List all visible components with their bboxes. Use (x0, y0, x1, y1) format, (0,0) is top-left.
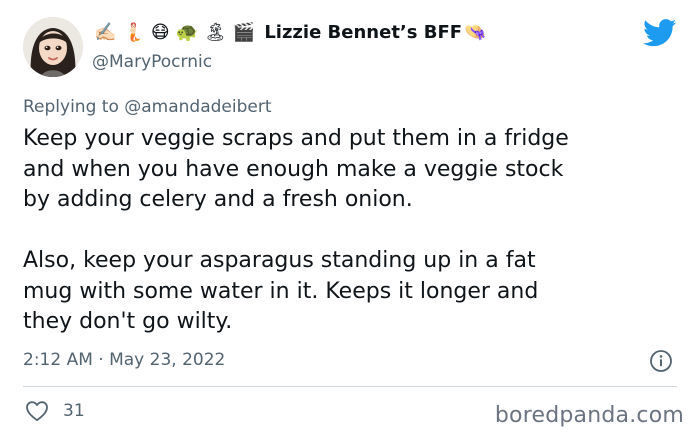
tweet-text: Keep your veggie scraps and put them in … (23, 124, 673, 338)
avatar[interactable] (23, 17, 83, 77)
reply-mention-link[interactable]: @amandadeibert (124, 97, 271, 117)
replying-to: Replying to @amandadeibert (23, 96, 272, 118)
island-emoji: 🏝 (204, 22, 227, 43)
display-name[interactable]: Lizzie Bennet’s BFF (264, 22, 462, 44)
info-icon[interactable] (649, 349, 673, 373)
clapper-board-emoji: 🎬 (232, 22, 256, 43)
tweet-timestamp[interactable]: 2:12 AM · May 23, 2022 (23, 349, 225, 371)
like-button[interactable]: 31 (25, 400, 85, 422)
like-count: 31 (63, 401, 85, 421)
author-name-row[interactable]: ✍🏻 🧜🏻 😷 🐢 🏝 🎬 Lizzie Bennet’s BFF 👒 (94, 22, 486, 44)
mermaid-emoji: 🧜🏻 (122, 22, 145, 43)
author-handle[interactable]: @MaryPocrnic (92, 51, 212, 73)
divider (23, 386, 677, 387)
turtle-emoji: 🐢 (175, 22, 199, 43)
hat-emoji: 👒 (464, 22, 487, 43)
replying-to-prefix: Replying to (23, 97, 125, 117)
mask-face-emoji: 😷 (150, 22, 170, 43)
tweet-paragraph: Also, keep your asparagus standing up in… (23, 248, 539, 334)
writing-hand-emoji: ✍🏻 (94, 22, 117, 43)
twitter-bird-icon[interactable] (643, 19, 677, 47)
watermark: boredpanda.com (494, 403, 684, 428)
heart-icon[interactable] (25, 400, 49, 422)
tweet-paragraph: Keep your veggie scraps and put them in … (23, 126, 569, 212)
